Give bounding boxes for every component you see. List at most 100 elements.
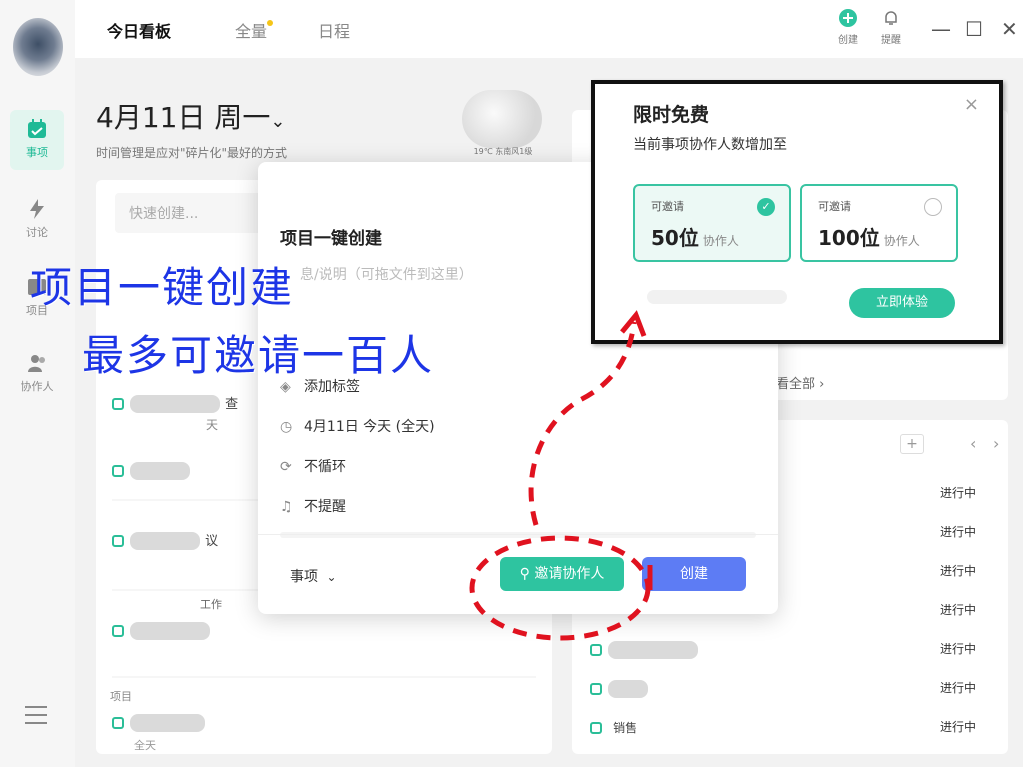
list-item[interactable]: 销售: [590, 717, 637, 739]
create-submit-button[interactable]: 创建: [642, 557, 746, 591]
task-checkbox[interactable]: [112, 397, 124, 410]
clock-icon: ◷: [280, 419, 293, 435]
description-field[interactable]: 息/说明（可拖文件到这里）: [300, 264, 473, 284]
task-text-fragment: 全天: [134, 739, 156, 752]
list-item[interactable]: [590, 639, 698, 661]
sidebar-item-tasks[interactable]: 事项: [10, 110, 64, 170]
promo-title: 限时免费: [633, 104, 710, 126]
bell-icon: ♫: [280, 499, 293, 515]
chevron-down-icon: ⌄: [270, 111, 286, 132]
sidebar-item-label: 事项: [26, 146, 48, 159]
plan-label: 可邀请: [818, 200, 851, 213]
tab-dot-indicator: [267, 20, 273, 26]
status-badge: 进行中: [940, 603, 977, 617]
blurred-text: [130, 713, 205, 732]
chevron-down-icon: ⌄: [326, 570, 337, 584]
bell-icon: [885, 11, 897, 25]
menu-icon[interactable]: [25, 706, 47, 724]
prev-page-button[interactable]: ‹: [970, 434, 976, 453]
date-option[interactable]: ◷ 4月11日 今天 (全天): [280, 416, 435, 436]
task-text-fragment: 天: [206, 418, 219, 432]
avatar[interactable]: [13, 18, 63, 76]
task-text-fragment: 查: [225, 397, 239, 412]
blurred-text: [608, 640, 698, 659]
blurred-text: [130, 621, 210, 640]
status-badge: 进行中: [940, 525, 977, 539]
date-subtitle: 时间管理是应对"碎片化"最好的方式: [96, 146, 288, 160]
status-badge: 进行中: [940, 720, 977, 734]
task-text-fragment: 项目: [110, 690, 132, 703]
status-badge: 进行中: [940, 642, 977, 656]
free-upgrade-popup: 限时免费 当前事项协作人数增加至 × 可邀请 50位 协作人 ✓ 可邀请 100位…: [591, 80, 1003, 344]
annotation-line-2: 最多可邀请一百人: [82, 331, 435, 380]
option-label: 4月11日 今天 (全天): [304, 419, 435, 435]
top-bar: 今日看板 全量 日程 创建 提醒 — ☐ ✕: [75, 0, 1023, 58]
add-button[interactable]: +: [900, 434, 924, 454]
task-checkbox[interactable]: [590, 721, 602, 734]
option-label: 不提醒: [304, 499, 346, 515]
plus-circle-icon: [839, 9, 857, 27]
sidebar-item-label: 讨论: [26, 226, 48, 239]
minimize-button[interactable]: —: [931, 17, 951, 41]
create-button-label: 创建: [838, 35, 858, 46]
close-window-button[interactable]: ✕: [1001, 17, 1018, 41]
list-item[interactable]: [112, 460, 190, 482]
dialog-title: 项目一键创建: [280, 229, 382, 249]
task-checkbox[interactable]: [590, 682, 602, 695]
date-heading[interactable]: 4月11日 周一⌄: [96, 96, 285, 136]
list-item[interactable]: 议: [112, 530, 218, 552]
list-item[interactable]: 查: [112, 393, 238, 415]
tab-all[interactable]: 全量: [235, 18, 267, 42]
task-checkbox[interactable]: [112, 624, 124, 637]
reminder-button[interactable]: 提醒: [874, 8, 908, 46]
blurred-text: [647, 290, 787, 304]
cloud-icon: [462, 90, 542, 148]
invite-collaborator-button[interactable]: ⚲ 邀请协作人: [500, 557, 624, 591]
reminder-option[interactable]: ♫ 不提醒: [280, 496, 346, 516]
quick-create-input[interactable]: 快速创建...: [115, 193, 265, 233]
sidebar-item-collaborators[interactable]: 协作人: [10, 344, 64, 404]
list-item[interactable]: [112, 620, 210, 642]
calendar-check-icon: [28, 119, 46, 138]
repeat-option[interactable]: ⟳ 不循环: [280, 456, 346, 476]
plan-option-50[interactable]: 可邀请 50位 协作人 ✓: [633, 184, 791, 262]
radio-empty-icon: [924, 198, 942, 216]
promo-subtitle: 当前事项协作人数增加至: [633, 137, 787, 153]
task-checkbox[interactable]: [112, 534, 124, 547]
task-checkbox[interactable]: [112, 716, 124, 729]
tab-schedule[interactable]: 日程: [318, 18, 350, 42]
plan-option-100[interactable]: 可邀请 100位 协作人: [800, 184, 958, 262]
checkmark-icon: ✓: [757, 198, 775, 216]
tab-today-board[interactable]: 今日看板: [107, 18, 171, 42]
invite-button-label: 邀请协作人: [534, 566, 605, 582]
status-badge: 进行中: [940, 681, 977, 695]
plan-value: 50位 协作人: [651, 226, 739, 250]
type-select[interactable]: 事项 ⌄: [290, 566, 337, 586]
divider: [280, 532, 756, 538]
create-button[interactable]: 创建: [831, 8, 865, 46]
status-badge: 进行中: [940, 486, 977, 500]
blurred-text: [130, 394, 220, 413]
task-checkbox[interactable]: [112, 464, 124, 477]
close-icon[interactable]: ×: [964, 94, 979, 115]
maximize-button[interactable]: ☐: [965, 17, 983, 41]
see-all-link[interactable]: 看全部 ›: [776, 373, 824, 392]
sidebar-item-label: 协作人: [20, 380, 54, 393]
sidebar-item-discussion[interactable]: 讨论: [10, 190, 64, 250]
status-badge: 进行中: [940, 564, 977, 578]
list-item[interactable]: [590, 678, 648, 700]
blurred-text: [130, 461, 190, 480]
task-text-fragment: 议: [205, 534, 219, 549]
plan-value: 100位 协作人: [818, 226, 920, 250]
next-page-button[interactable]: ›: [993, 434, 999, 453]
task-checkbox[interactable]: [590, 643, 602, 656]
list-item[interactable]: [112, 712, 205, 734]
people-icon: [28, 355, 45, 372]
lightning-icon: [30, 199, 44, 219]
type-select-label: 事项: [290, 569, 318, 585]
blurred-text: [608, 679, 648, 698]
divider: [258, 534, 778, 535]
date-text: 4月11日 周一: [96, 101, 271, 134]
try-now-button[interactable]: 立即体验: [849, 288, 955, 318]
plan-label: 可邀请: [651, 200, 684, 213]
